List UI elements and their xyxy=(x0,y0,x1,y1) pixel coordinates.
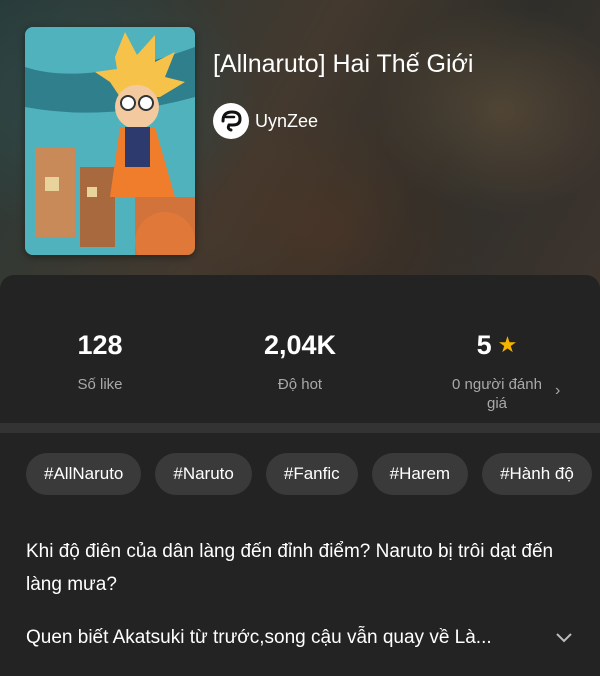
story-description: Khi độ điên của dân làng đến đỉnh điểm? … xyxy=(26,541,554,595)
hot-count: 2,04K xyxy=(263,329,337,360)
tag-list: #AllNaruto #Naruto #Fanfic #Harem #Hành … xyxy=(26,453,592,495)
author-avatar xyxy=(213,103,249,139)
stat-likes: 128 Số like xyxy=(0,327,200,394)
tag-chip[interactable]: #Fanfic xyxy=(265,453,358,495)
likes-label: Số like xyxy=(77,376,123,393)
story-title: [Allnaruto] Hai Thế Giới xyxy=(213,50,474,78)
cover-illustration xyxy=(25,27,195,255)
author-link[interactable]: UynZee xyxy=(213,103,318,139)
author-avatar-icon xyxy=(221,110,242,132)
hot-label: Độ hot xyxy=(277,376,323,393)
rating-value-row: 5 ★ xyxy=(397,327,597,363)
star-icon: ★ xyxy=(497,332,518,357)
section-divider xyxy=(0,423,600,433)
stat-rating[interactable]: 5 ★ 0 người đánh giá xyxy=(397,327,597,413)
likes-count: 128 xyxy=(77,329,123,360)
rating-value: 5 xyxy=(476,329,492,360)
tag-chip[interactable]: #AllNaruto xyxy=(26,453,142,495)
stat-hot: 2,04K Độ hot xyxy=(200,327,400,394)
story-cover-image[interactable] xyxy=(25,27,195,255)
tag-chip[interactable]: #Harem xyxy=(371,453,469,495)
author-name: UynZee xyxy=(255,110,319,131)
rating-count-label: 0 người đánh giá xyxy=(452,376,542,412)
tag-chip[interactable]: #Hành độ xyxy=(482,453,592,495)
chevron-down-icon[interactable] xyxy=(555,627,573,650)
story-info-panel: 128 Số like 2,04K Độ hot 5 ★ 0 người đán… xyxy=(0,275,600,676)
tag-chip[interactable]: #Naruto xyxy=(155,453,252,495)
chevron-right-icon[interactable]: › xyxy=(555,382,560,400)
story-description-preview: Quen biết Akatsuki từ trước,song cậu vẫn… xyxy=(26,627,492,648)
